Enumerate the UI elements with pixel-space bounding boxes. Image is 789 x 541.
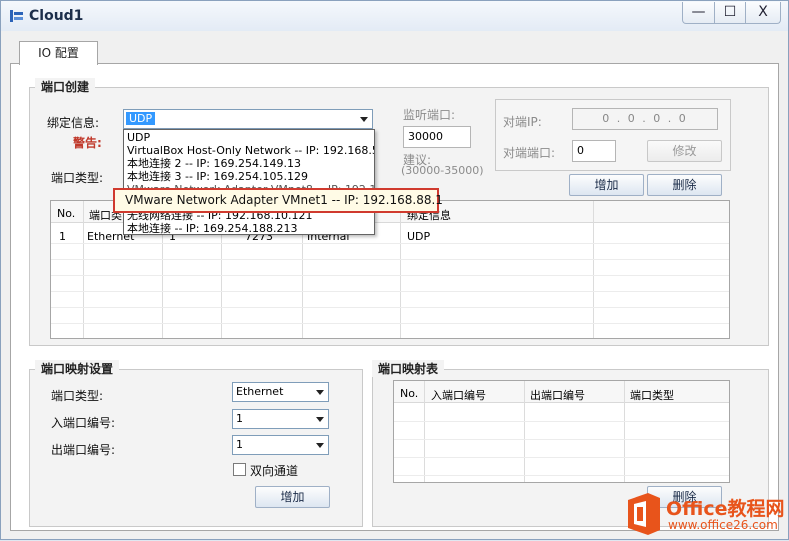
row-divider [51, 323, 729, 324]
add-port-button[interactable]: 增加 [569, 174, 644, 196]
column-divider [593, 201, 594, 338]
row-divider [394, 439, 729, 440]
chevron-down-icon [360, 117, 368, 122]
office-logo-icon [628, 493, 660, 535]
chevron-down-icon [316, 390, 324, 395]
bidirectional-label: 双向通道 [250, 464, 299, 478]
out-port-label: 出端口编号: [51, 443, 116, 457]
bidirectional-checkbox[interactable] [233, 463, 246, 476]
office-watermark-logo: Office教程网 www.office26.com [624, 488, 789, 541]
chevron-down-icon [316, 417, 324, 422]
minimize-button[interactable]: — [682, 2, 715, 24]
watermark-brand: Office教程网 [666, 498, 785, 520]
col-port-type: 端口类型 [630, 389, 674, 402]
dropdown-item[interactable]: 本地连接 3 -- IP: 169.254.105.129 [127, 170, 308, 183]
col-in-port: 入端口编号 [431, 389, 486, 402]
cloud1-window: Cloud1 — ☐ X IO 配置 端口创建 绑定信息: UDP 警告: 端口… [0, 0, 789, 540]
port-type-label: 端口类型: [51, 171, 104, 185]
mapping-table-title: 端口映射表 [372, 360, 445, 377]
out-port-value: 1 [236, 438, 243, 451]
row-divider [394, 475, 729, 476]
row-divider [394, 457, 729, 458]
column-divider [83, 201, 84, 338]
mapping-settings-title: 端口映射设置 [35, 360, 120, 377]
peer-ip-input[interactable]: 0 . 0 . 0 . 0 [572, 108, 718, 130]
column-divider [624, 381, 625, 482]
row-divider [51, 275, 729, 276]
bind-info-select[interactable]: UDP [123, 109, 373, 129]
peer-port-label: 对端端口: [503, 146, 556, 160]
in-port-select[interactable]: 1 [232, 409, 329, 429]
warning-label: 警告: [73, 136, 102, 150]
row-no: 1 [59, 230, 66, 243]
dropdown-item[interactable]: VirtualBox Host-Only Network -- IP: 192.… [127, 144, 374, 157]
chevron-down-icon [316, 443, 324, 448]
in-port-value: 1 [236, 412, 243, 425]
column-divider [524, 381, 525, 482]
column-divider [424, 381, 425, 482]
row-divider [51, 243, 729, 244]
map-port-type-select[interactable]: Ethernet [232, 382, 329, 402]
col-out-port: 出端口编号 [530, 389, 585, 402]
cloud-app-icon [10, 10, 23, 22]
row-divider [394, 421, 729, 422]
map-port-type-label: 端口类型: [51, 389, 104, 403]
column-divider [400, 201, 401, 338]
peer-port-input[interactable]: 0 [572, 140, 616, 162]
row-divider [51, 259, 729, 260]
row-divider [51, 307, 729, 308]
row-divider [51, 291, 729, 292]
bind-info-dropdown[interactable]: UDP VirtualBox Host-Only Network -- IP: … [123, 129, 375, 235]
tab-io-config[interactable]: IO 配置 [19, 41, 98, 65]
row-bind: UDP [407, 230, 431, 243]
watermark-url: www.office26.com [668, 518, 778, 532]
delete-port-button[interactable]: 删除 [647, 174, 722, 196]
bind-info-label: 绑定信息: [47, 116, 100, 130]
col-no: No. [57, 207, 76, 220]
close-button[interactable]: X [745, 2, 781, 24]
modify-button[interactable]: 修改 [647, 140, 722, 162]
mapping-table[interactable]: No. 入端口编号 出端口编号 端口类型 [393, 380, 730, 483]
bind-info-value: UDP [126, 112, 156, 125]
highlighted-item-label: VMware Network Adapter VMnet1 -- IP: 192… [125, 193, 443, 207]
listen-port-label: 监听端口: [403, 108, 456, 122]
peer-ip-label: 对端IP: [503, 115, 542, 129]
window-title: Cloud1 [29, 8, 84, 24]
map-port-type-value: Ethernet [236, 385, 284, 398]
add-mapping-button[interactable]: 增加 [255, 486, 330, 508]
out-port-select[interactable]: 1 [232, 435, 329, 455]
listen-port-input[interactable]: 30000 [403, 126, 471, 148]
dropdown-item[interactable]: UDP [127, 131, 150, 144]
maximize-button[interactable]: ☐ [714, 2, 746, 24]
suggest-range: (30000-35000) [401, 164, 484, 177]
dropdown-item[interactable]: 本地连接 -- IP: 169.254.188.213 [127, 222, 297, 234]
highlighted-dropdown-item[interactable]: VMware Network Adapter VMnet1 -- IP: 192… [113, 188, 443, 213]
dropdown-item[interactable]: 本地连接 2 -- IP: 169.254.149.13 [127, 157, 301, 170]
port-create-title: 端口创建 [35, 78, 96, 95]
in-port-label: 入端口编号: [51, 416, 116, 430]
col-no: No. [400, 387, 419, 400]
title-bar[interactable]: Cloud1 — ☐ X [1, 1, 788, 31]
